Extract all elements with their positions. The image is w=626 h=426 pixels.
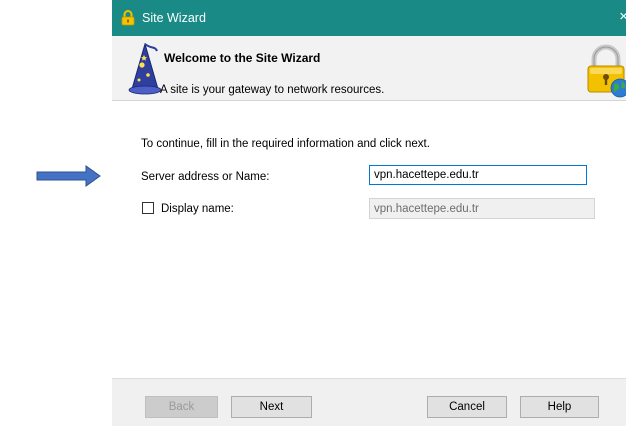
annotation-arrow-icon xyxy=(36,165,101,187)
display-name-label: Display name: xyxy=(161,203,234,215)
title-bar: Site Wizard × xyxy=(112,0,626,36)
site-wizard-window: Site Wizard × Welcome to the Site Wizard… xyxy=(112,0,626,426)
server-address-label: Server address or Name: xyxy=(141,171,270,183)
display-name-input[interactable] xyxy=(369,198,595,219)
display-name-checkbox[interactable] xyxy=(142,202,154,214)
window-title: Site Wizard xyxy=(142,11,206,25)
header-title: Welcome to the Site Wizard xyxy=(164,51,321,65)
lock-globe-icon xyxy=(587,44,626,98)
back-button[interactable]: Back xyxy=(145,396,218,418)
instructions-text: To continue, fill in the required inform… xyxy=(141,138,430,150)
wizard-icon xyxy=(128,43,162,95)
lock-icon xyxy=(121,10,135,26)
wizard-header: Welcome to the Site Wizard A site is you… xyxy=(112,36,626,101)
header-subtitle: A site is your gateway to network resour… xyxy=(160,84,385,96)
next-button[interactable]: Next xyxy=(231,396,312,418)
help-button[interactable]: Help xyxy=(520,396,599,418)
server-address-input[interactable] xyxy=(369,165,587,185)
button-bar: Back Next Cancel Help xyxy=(112,378,626,426)
cancel-button[interactable]: Cancel xyxy=(427,396,507,418)
close-button[interactable]: × xyxy=(619,8,626,26)
